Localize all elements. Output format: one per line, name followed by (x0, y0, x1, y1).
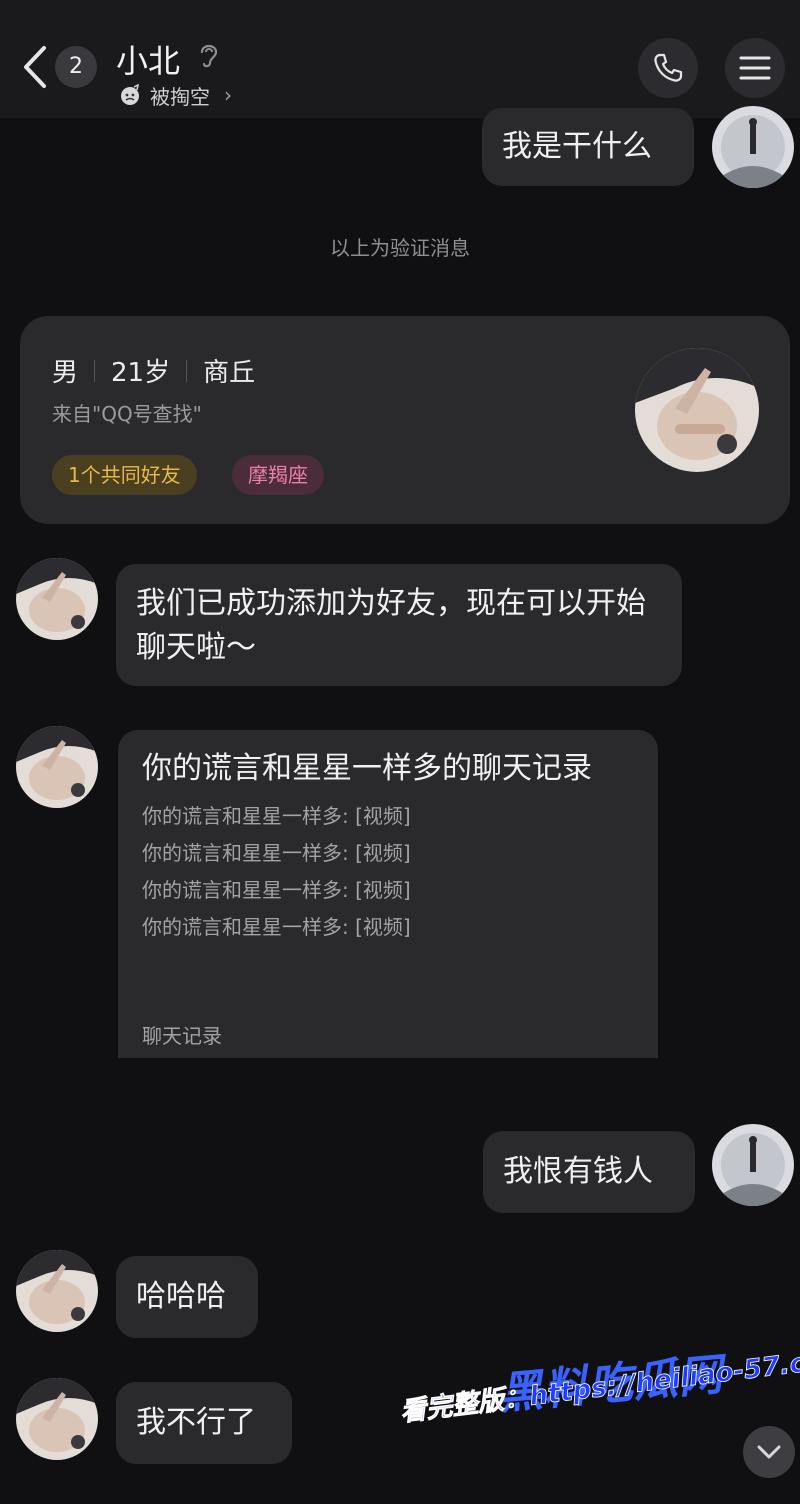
incoming-message[interactable]: 哈哈哈 (116, 1256, 258, 1338)
contact-avatar[interactable] (16, 558, 98, 640)
scroll-to-bottom-button[interactable] (743, 1426, 795, 1478)
chat-record-line: 你的谎言和星星一样多: [视频] (142, 804, 411, 828)
contact-avatar[interactable] (16, 1250, 98, 1332)
outgoing-message[interactable]: 我恨有钱人 (483, 1131, 695, 1213)
status-emoji-icon (121, 83, 140, 105)
chat-record-footer: 聊天记录 (142, 1024, 222, 1048)
status-text: 被掏空 (150, 84, 210, 109)
profile-attributes: 男 21岁 商丘 (52, 352, 255, 389)
voice-call-button[interactable] (638, 38, 698, 98)
back-button[interactable] (18, 40, 58, 94)
status-chevron-icon: › (224, 83, 232, 107)
chat-title[interactable]: 小北 (116, 36, 180, 82)
unread-count-badge: 2 (55, 46, 97, 88)
contact-avatar-large[interactable] (635, 348, 759, 472)
chat-record-preview: 你的谎言和星星一样多: [视频] 你的谎言和星星一样多: [视频] 你的谎言和星… (142, 798, 634, 946)
ear-icon (196, 40, 222, 70)
chevron-down-icon (757, 1445, 781, 1459)
zodiac-tag: 摩羯座 (232, 455, 324, 495)
divider (186, 359, 188, 382)
profile-city: 商丘 (203, 358, 256, 388)
more-menu-button[interactable] (725, 38, 785, 98)
profile-gender: 男 (52, 358, 79, 388)
divider (94, 359, 96, 382)
profile-age: 21岁 (111, 358, 171, 388)
my-avatar[interactable] (712, 1124, 794, 1206)
forwarded-chat-record[interactable]: 你的谎言和星星一样多的聊天记录 你的谎言和星星一样多: [视频] 你的谎言和星星… (118, 730, 658, 1058)
phone-icon (654, 53, 683, 82)
system-note: 以上为验证消息 (330, 236, 470, 260)
contact-avatar[interactable] (16, 726, 98, 808)
incoming-message[interactable]: 我不行了 (116, 1382, 292, 1464)
chat-record-title: 你的谎言和星星一样多的聊天记录 (142, 751, 592, 786)
chat-record-line: 你的谎言和星星一样多: [视频] (142, 841, 411, 865)
contact-avatar[interactable] (16, 1378, 98, 1460)
chat-record-line: 你的谎言和星星一样多: [视频] (142, 915, 411, 939)
profile-source: 来自"QQ号查找" (52, 402, 202, 426)
back-chevron-icon (24, 46, 46, 88)
my-avatar[interactable] (712, 106, 794, 188)
chat-record-line: 你的谎言和星星一样多: [视频] (142, 878, 411, 902)
outgoing-message[interactable]: 我是干什么 (482, 108, 694, 186)
menu-icon (739, 56, 771, 80)
mutual-friends-tag[interactable]: 1个共同好友 (52, 455, 197, 495)
incoming-message[interactable]: 我们已成功添加为好友，现在可以开始聊天啦～ (116, 564, 682, 686)
status-line[interactable]: 被掏空 › (118, 80, 232, 110)
